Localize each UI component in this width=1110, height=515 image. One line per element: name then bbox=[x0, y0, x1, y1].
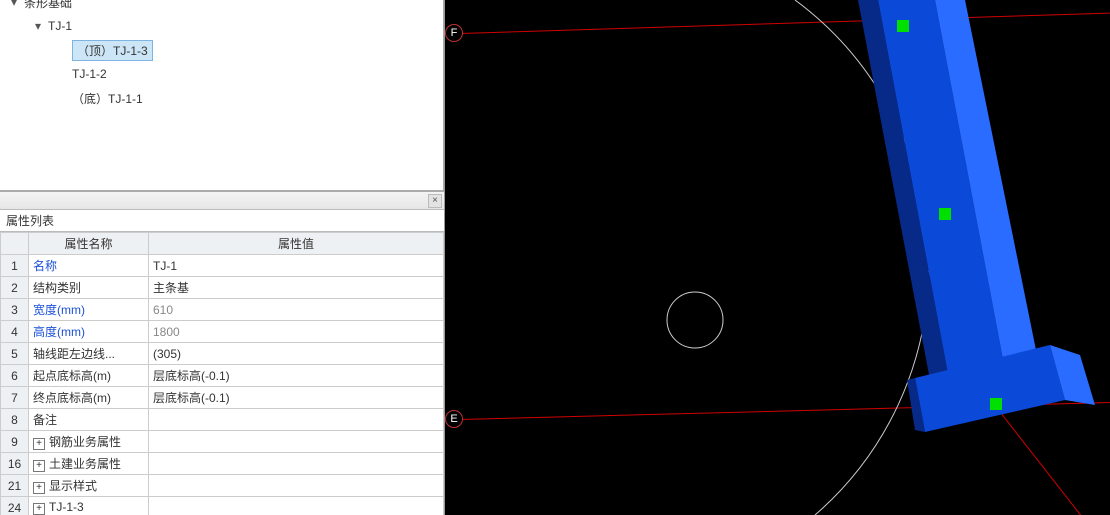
property-name: 高度(mm) bbox=[33, 325, 85, 339]
property-panel-title: 属性列表 bbox=[0, 210, 444, 232]
property-value-cell[interactable]: 主条基 bbox=[149, 277, 444, 299]
property-row[interactable]: 5 轴线距左边线... (305) bbox=[1, 343, 444, 365]
col-header-name: 属性名称 bbox=[29, 233, 149, 255]
property-name-cell: 宽度(mm) bbox=[29, 299, 149, 321]
row-index: 1 bbox=[1, 255, 29, 277]
col-header-index bbox=[1, 233, 29, 255]
property-row[interactable]: 16 + 土建业务属性 bbox=[1, 453, 444, 475]
tree-item-label: TJ-1-2 bbox=[72, 67, 107, 81]
property-value-cell[interactable]: 1800 bbox=[149, 321, 444, 343]
property-row[interactable]: 6 起点底标高(m) 层底标高(-0.1) bbox=[1, 365, 444, 387]
expand-icon[interactable]: + bbox=[33, 460, 45, 472]
row-index: 16 bbox=[1, 453, 29, 475]
tree-item[interactable]: TJ-1-2 bbox=[4, 62, 439, 86]
tree-item[interactable]: ▾ TJ-1 bbox=[4, 14, 439, 38]
property-name: 终点底标高(m) bbox=[33, 391, 111, 405]
tree-item-label: （顶）TJ-1-3 bbox=[72, 40, 153, 61]
property-value-cell[interactable] bbox=[149, 431, 444, 453]
property-name-cell: + 显示样式 bbox=[29, 475, 149, 497]
grip-mid[interactable] bbox=[939, 208, 951, 220]
grip-bottom[interactable] bbox=[990, 398, 1002, 410]
row-index: 24 bbox=[1, 497, 29, 515]
property-row[interactable]: 7 终点底标高(m) 层底标高(-0.1) bbox=[1, 387, 444, 409]
col-header-value: 属性值 bbox=[149, 233, 444, 255]
property-row[interactable]: 2 结构类别 主条基 bbox=[1, 277, 444, 299]
property-row[interactable]: 8 备注 bbox=[1, 409, 444, 431]
property-name-cell: + 土建业务属性 bbox=[29, 453, 149, 475]
row-index: 6 bbox=[1, 365, 29, 387]
property-value-cell[interactable] bbox=[149, 453, 444, 475]
property-row[interactable]: 9 + 钢筋业务属性 bbox=[1, 431, 444, 453]
property-name-cell: + 钢筋业务属性 bbox=[29, 431, 149, 453]
property-name-cell: 轴线距左边线... bbox=[29, 343, 149, 365]
property-name-cell: 备注 bbox=[29, 409, 149, 431]
property-table[interactable]: 属性名称 属性值 1 名称 TJ-1 2 结构类别 主条基 3 宽度(mm) 610 4 高度(mm… bbox=[0, 232, 444, 515]
property-name: 显示样式 bbox=[49, 479, 97, 493]
property-name: 备注 bbox=[33, 413, 57, 427]
property-name: 名称 bbox=[33, 259, 57, 273]
property-value-cell[interactable] bbox=[149, 497, 444, 515]
tree-panel[interactable]: ▾ 条形基础 ▾ TJ-1（顶）TJ-1-3 TJ-1-2 （底）TJ-1-1 bbox=[0, 0, 444, 190]
property-name-cell: 起点底标高(m) bbox=[29, 365, 149, 387]
property-row[interactable]: 1 名称 TJ-1 bbox=[1, 255, 444, 277]
property-name: 土建业务属性 bbox=[49, 457, 121, 471]
property-name: 钢筋业务属性 bbox=[49, 435, 121, 449]
property-value-cell[interactable]: 610 bbox=[149, 299, 444, 321]
row-index: 5 bbox=[1, 343, 29, 365]
panel-close-button[interactable]: × bbox=[428, 194, 442, 208]
viewport-overlay bbox=[445, 0, 1110, 515]
row-index: 7 bbox=[1, 387, 29, 409]
property-value-cell[interactable]: 层底标高(-0.1) bbox=[149, 387, 444, 409]
property-name: TJ-1-3 bbox=[49, 500, 84, 514]
property-name: 起点底标高(m) bbox=[33, 369, 111, 383]
property-value-cell[interactable]: (305) bbox=[149, 343, 444, 365]
property-row[interactable]: 21 + 显示样式 bbox=[1, 475, 444, 497]
property-name-cell: + TJ-1-3 bbox=[29, 497, 149, 515]
tree-item-label: TJ-1 bbox=[48, 19, 72, 33]
collapse-icon[interactable]: ▾ bbox=[32, 19, 44, 33]
3d-viewport[interactable]: F E bbox=[445, 0, 1110, 515]
row-index: 8 bbox=[1, 409, 29, 431]
property-row[interactable]: 3 宽度(mm) 610 bbox=[1, 299, 444, 321]
row-index: 2 bbox=[1, 277, 29, 299]
property-name: 结构类别 bbox=[33, 281, 81, 295]
property-name: 轴线距左边线... bbox=[33, 347, 115, 361]
expand-icon[interactable]: + bbox=[33, 503, 45, 515]
tree-item[interactable]: （顶）TJ-1-3 bbox=[4, 38, 439, 62]
property-titlebar: × bbox=[0, 192, 444, 210]
tree-root[interactable]: ▾ 条形基础 bbox=[4, 0, 439, 14]
collapse-icon[interactable]: ▾ bbox=[8, 0, 20, 9]
expand-icon[interactable]: + bbox=[33, 438, 45, 450]
property-row[interactable]: 24 + TJ-1-3 bbox=[1, 497, 444, 515]
property-value-cell[interactable] bbox=[149, 409, 444, 431]
row-index: 21 bbox=[1, 475, 29, 497]
property-value-cell[interactable]: TJ-1 bbox=[149, 255, 444, 277]
property-value-cell[interactable] bbox=[149, 475, 444, 497]
row-index: 4 bbox=[1, 321, 29, 343]
property-row[interactable]: 4 高度(mm) 1800 bbox=[1, 321, 444, 343]
property-panel: × 属性列表 属性名称 属性值 1名称TJ-12结构类别主条基3宽度(mm)61… bbox=[0, 192, 444, 515]
property-name-cell: 终点底标高(m) bbox=[29, 387, 149, 409]
tree-item[interactable]: （底）TJ-1-1 bbox=[4, 86, 439, 110]
property-name: 宽度(mm) bbox=[33, 303, 85, 317]
property-name-cell: 名称 bbox=[29, 255, 149, 277]
tree-root-label: 条形基础 bbox=[24, 0, 72, 11]
left-pane: ▾ 条形基础 ▾TJ-1（顶）TJ-1-3TJ-1-2（底）TJ-1-1 × 属… bbox=[0, 0, 445, 515]
property-name-cell: 结构类别 bbox=[29, 277, 149, 299]
row-index: 9 bbox=[1, 431, 29, 453]
tree-item-label: （底）TJ-1-1 bbox=[72, 90, 143, 107]
expand-icon[interactable]: + bbox=[33, 482, 45, 494]
grip-top[interactable] bbox=[897, 20, 909, 32]
property-value-cell[interactable]: 层底标高(-0.1) bbox=[149, 365, 444, 387]
row-index: 3 bbox=[1, 299, 29, 321]
property-name-cell: 高度(mm) bbox=[29, 321, 149, 343]
